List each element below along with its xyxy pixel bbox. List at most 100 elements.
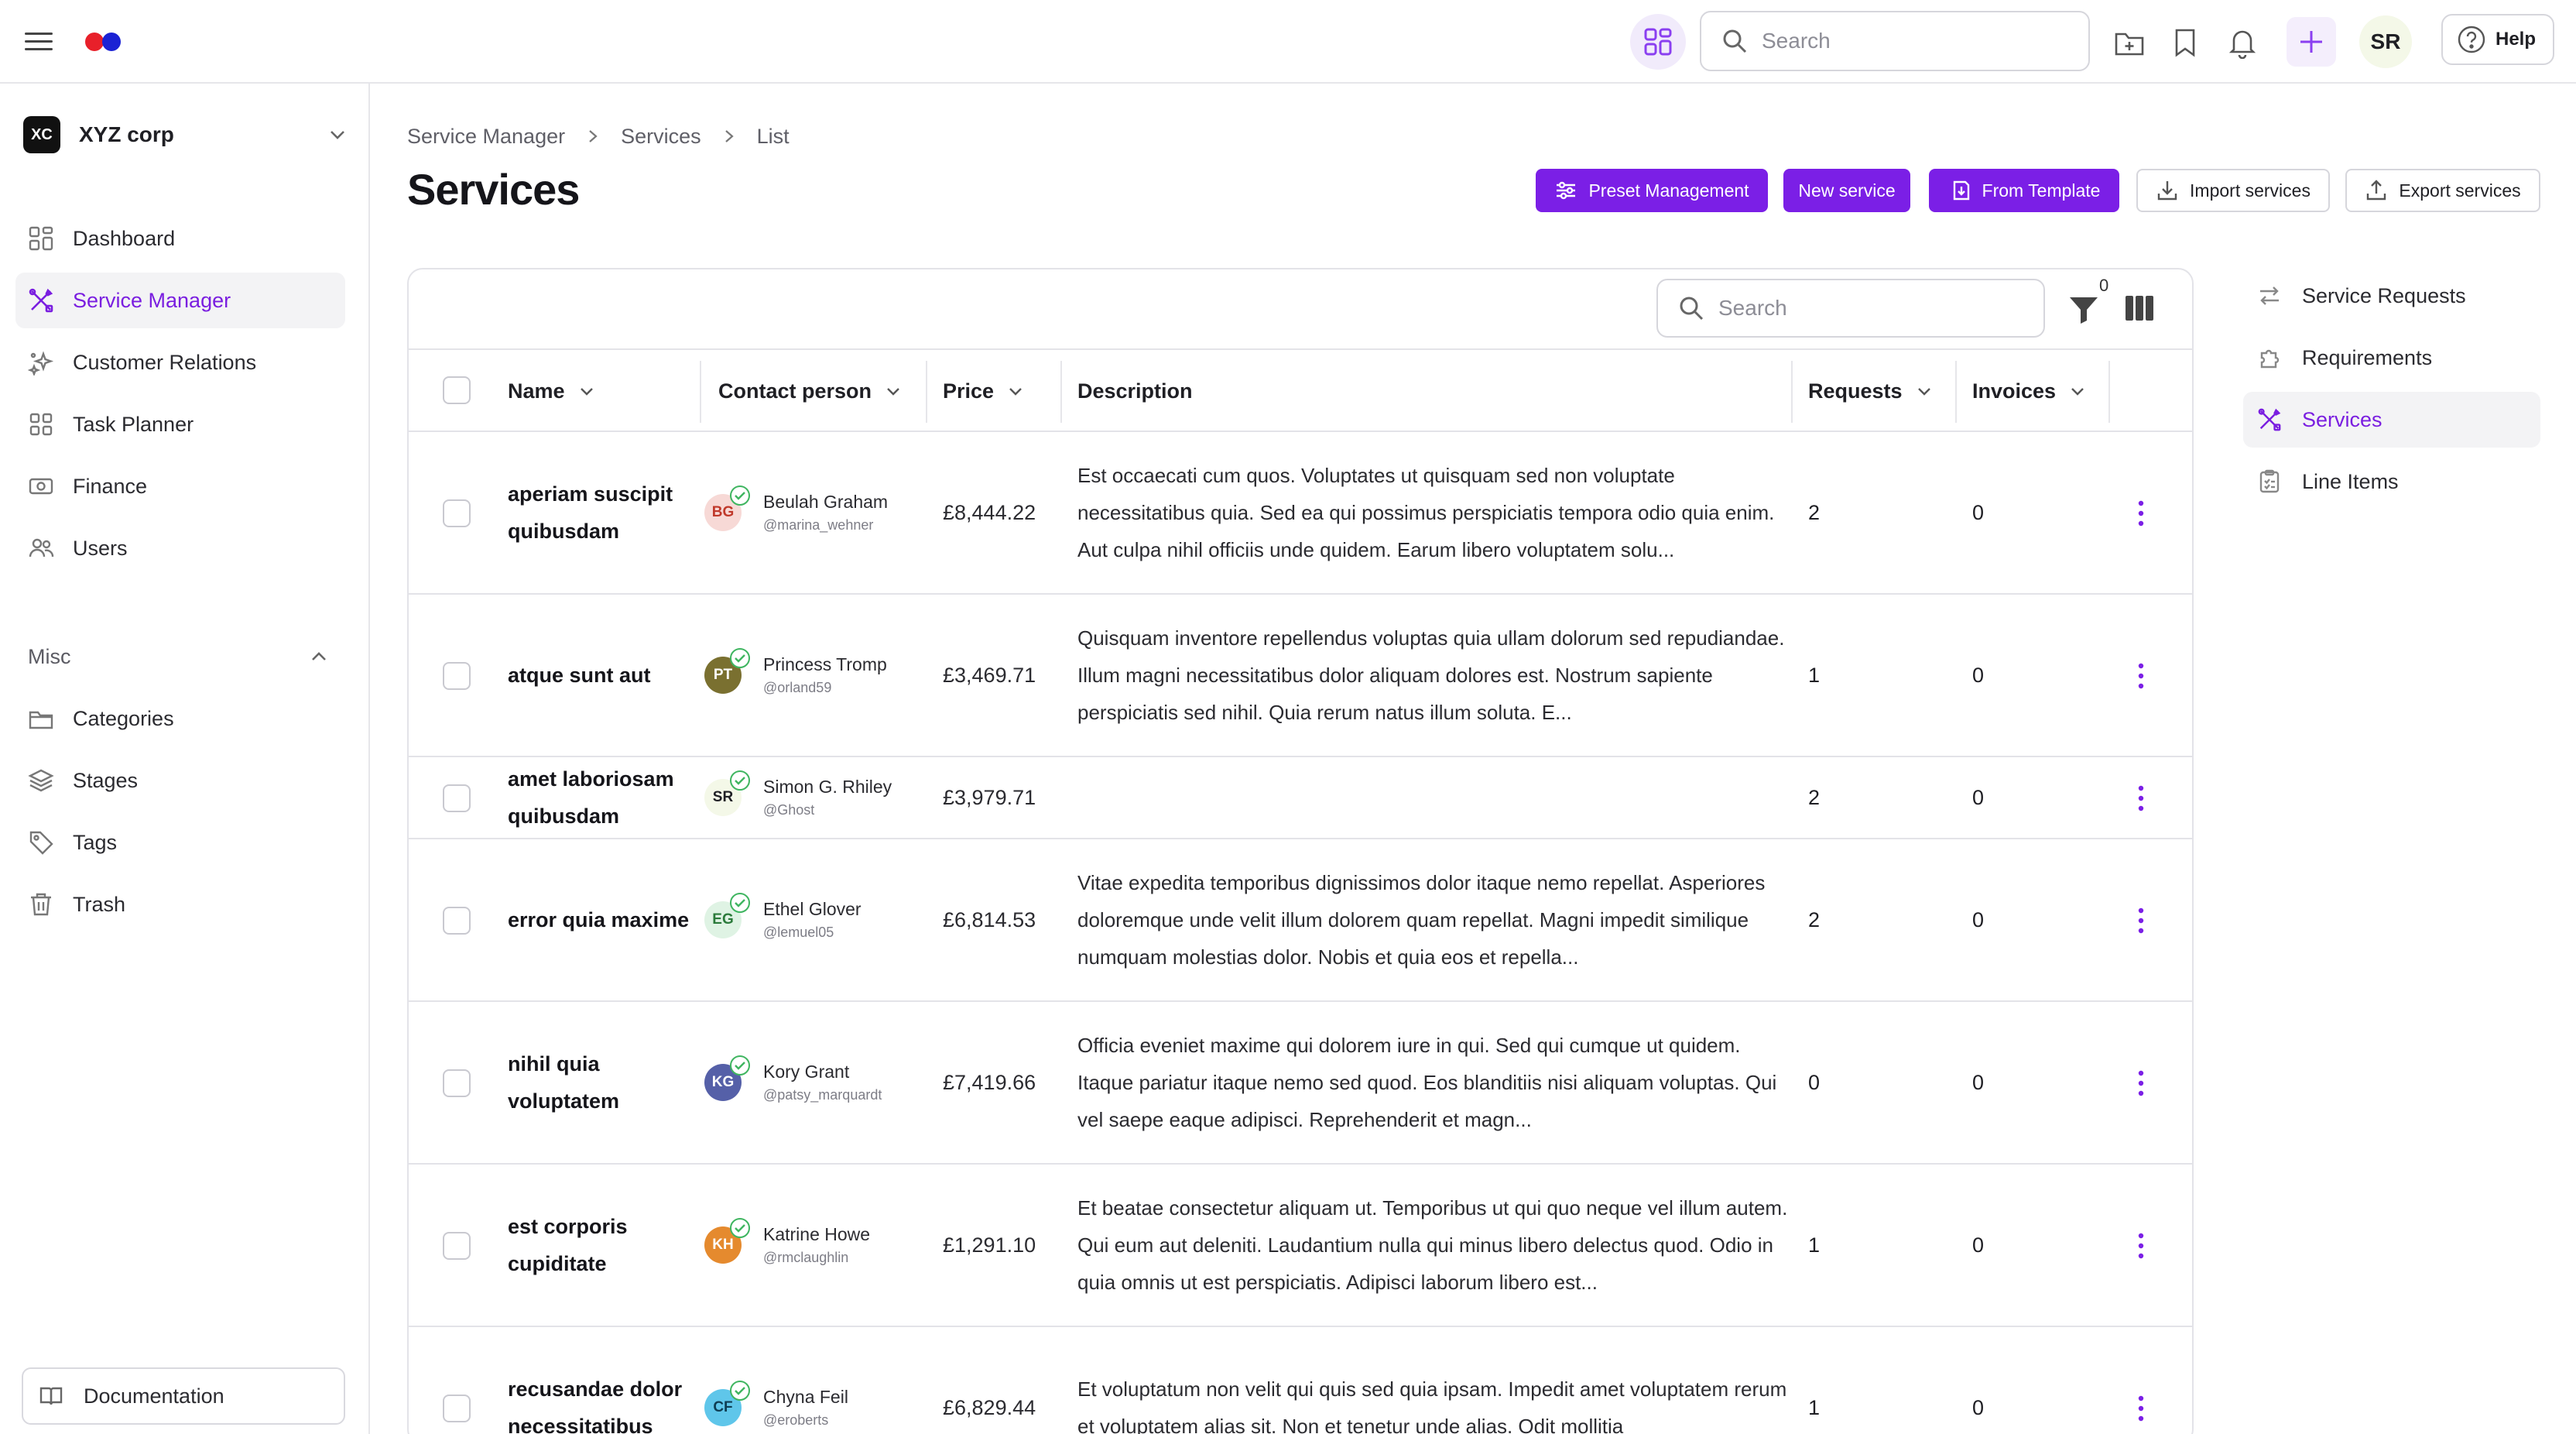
select-all-checkbox[interactable] bbox=[443, 376, 471, 404]
service-name[interactable]: error quia maxime bbox=[508, 839, 701, 1000]
verified-check-icon bbox=[730, 1381, 750, 1401]
table-row[interactable]: amet laboriosam quibusdam SR Simon G. Rh… bbox=[409, 757, 2192, 839]
column-header-name[interactable]: Name bbox=[508, 350, 596, 432]
row-checkbox[interactable] bbox=[443, 1232, 471, 1260]
sidebar-item-categories[interactable]: Categories bbox=[15, 691, 345, 746]
layers-icon bbox=[28, 769, 54, 792]
service-name[interactable]: nihil quia voluptatem bbox=[508, 1002, 701, 1163]
service-name[interactable]: amet laboriosam quibusdam bbox=[508, 757, 701, 838]
table-row[interactable]: nihil quia voluptatem KG Kory Grant @pat… bbox=[409, 1002, 2192, 1165]
search-icon bbox=[1723, 29, 1747, 53]
table-row[interactable]: atque sunt aut PT Princess Tromp @orland… bbox=[409, 595, 2192, 757]
invoices-count: 0 bbox=[1972, 785, 1985, 809]
verified-check-icon bbox=[730, 893, 750, 913]
bookmark-icon[interactable] bbox=[2169, 26, 2201, 59]
help-label: Help bbox=[2496, 29, 2537, 50]
chevron-up-icon bbox=[312, 652, 326, 660]
verified-check-icon bbox=[730, 485, 750, 506]
import-services-button[interactable]: Import services bbox=[2136, 169, 2330, 212]
table-row[interactable]: est corporis cupiditate KH Katrine Howe … bbox=[409, 1165, 2192, 1327]
row-checkbox[interactable] bbox=[443, 1069, 471, 1097]
contact-avatar: EG bbox=[704, 893, 750, 938]
contact-name: Chyna Feil bbox=[763, 1387, 848, 1407]
more-options-icon[interactable] bbox=[2132, 905, 2150, 936]
user-avatar[interactable]: SR bbox=[2359, 15, 2412, 68]
service-name[interactable]: est corporis cupiditate bbox=[508, 1165, 701, 1326]
apps-grid-button[interactable] bbox=[1630, 14, 1686, 70]
more-options-icon[interactable] bbox=[2132, 498, 2150, 529]
sidebar-item-service-manager[interactable]: Service Manager bbox=[15, 273, 345, 328]
section-nav-services[interactable]: Services bbox=[2243, 392, 2540, 448]
sidebar-item-task-planner[interactable]: Task Planner bbox=[15, 396, 345, 452]
folder-add-icon[interactable] bbox=[2113, 26, 2146, 59]
more-options-icon[interactable] bbox=[2132, 1068, 2150, 1099]
sidebar-item-trash[interactable]: Trash bbox=[15, 877, 345, 932]
column-header-contact[interactable]: Contact person bbox=[718, 350, 903, 432]
misc-section-toggle[interactable]: Misc bbox=[28, 641, 330, 672]
columns-icon[interactable] bbox=[2124, 294, 2155, 322]
section-nav-requirements[interactable]: Requirements bbox=[2243, 330, 2540, 386]
table-row[interactable]: recusandae dolor necessitatibus CF Chyna… bbox=[409, 1327, 2192, 1434]
import-services-label: Import services bbox=[2190, 180, 2311, 201]
hamburger-menu-icon[interactable] bbox=[23, 29, 54, 53]
export-services-button[interactable]: Export services bbox=[2345, 169, 2540, 212]
more-options-icon[interactable] bbox=[2132, 1230, 2150, 1261]
org-switcher[interactable]: XC XYZ corp bbox=[23, 113, 348, 156]
table-row[interactable]: aperiam suscipit quibusdam BG Beulah Gra… bbox=[409, 432, 2192, 595]
column-header-price[interactable]: Price bbox=[943, 350, 1025, 432]
breadcrumb-service-manager[interactable]: Service Manager bbox=[407, 125, 565, 149]
misc-nav: Categories Stages Tags Trash bbox=[15, 691, 345, 938]
row-checkbox[interactable] bbox=[443, 907, 471, 935]
service-name[interactable]: aperiam suscipit quibusdam bbox=[508, 432, 701, 593]
from-template-button[interactable]: From Template bbox=[1929, 169, 2119, 212]
main-nav: Dashboard Service Manager Customer Relat… bbox=[15, 211, 345, 582]
chevron-down-icon bbox=[1917, 388, 1930, 396]
grid-icon bbox=[29, 413, 53, 436]
org-badge: XC bbox=[23, 116, 60, 153]
section-nav-service-requests[interactable]: Service Requests bbox=[2243, 268, 2540, 324]
sidebar-item-tags[interactable]: Tags bbox=[15, 815, 345, 870]
section-nav-line-items[interactable]: Line Items bbox=[2243, 454, 2540, 509]
service-name[interactable]: atque sunt aut bbox=[508, 595, 701, 756]
service-price: £8,444.22 bbox=[943, 500, 1036, 524]
table-row[interactable]: error quia maxime EG Ethel Glover @lemue… bbox=[409, 839, 2192, 1002]
global-search-input[interactable] bbox=[1762, 29, 2056, 53]
sidebar-item-users[interactable]: Users bbox=[15, 520, 345, 576]
more-options-icon[interactable] bbox=[2132, 783, 2150, 814]
row-checkbox[interactable] bbox=[443, 662, 471, 690]
documentation-button[interactable]: Documentation bbox=[22, 1367, 345, 1425]
column-header-invoices[interactable]: Invoices bbox=[1972, 350, 2087, 432]
preset-management-button[interactable]: Preset Management bbox=[1536, 169, 1768, 212]
search-icon bbox=[1680, 297, 1704, 321]
filter-icon[interactable] bbox=[2067, 293, 2101, 327]
help-button[interactable]: Help bbox=[2441, 14, 2554, 65]
contact-name: Simon G. Rhiley bbox=[763, 777, 892, 797]
row-checkbox[interactable] bbox=[443, 499, 471, 527]
contact-handle: @lemuel05 bbox=[763, 925, 834, 940]
global-search[interactable] bbox=[1700, 11, 2090, 71]
section-nav-label: Requirements bbox=[2302, 345, 2433, 369]
app-logo[interactable] bbox=[85, 33, 122, 51]
trash-icon bbox=[31, 893, 51, 916]
table-search-input[interactable] bbox=[1718, 296, 2012, 321]
create-button[interactable] bbox=[2287, 17, 2336, 67]
contact-handle: @rmclaughlin bbox=[763, 1250, 849, 1265]
more-options-icon[interactable] bbox=[2132, 1393, 2150, 1424]
service-name[interactable]: recusandae dolor necessitatibus bbox=[508, 1327, 701, 1434]
sidebar-item-stages[interactable]: Stages bbox=[15, 753, 345, 808]
chevron-down-icon bbox=[1009, 388, 1022, 396]
row-checkbox[interactable] bbox=[443, 1395, 471, 1422]
row-checkbox[interactable] bbox=[443, 784, 471, 812]
sidebar-item-customer-relations[interactable]: Customer Relations bbox=[15, 334, 345, 390]
bell-icon[interactable] bbox=[2226, 26, 2259, 59]
breadcrumb-services[interactable]: Services bbox=[621, 125, 701, 149]
more-options-icon[interactable] bbox=[2132, 660, 2150, 691]
checklist-icon bbox=[2259, 469, 2280, 493]
sidebar-item-dashboard[interactable]: Dashboard bbox=[15, 211, 345, 266]
contact-person: SR Simon G. Rhiley @Ghost bbox=[704, 757, 933, 838]
sidebar-item-finance[interactable]: Finance bbox=[15, 458, 345, 514]
table-search[interactable] bbox=[1656, 279, 2045, 338]
column-header-requests[interactable]: Requests bbox=[1808, 350, 1934, 432]
new-service-label: New service bbox=[1798, 180, 1896, 201]
new-service-button[interactable]: New service bbox=[1783, 169, 1910, 212]
